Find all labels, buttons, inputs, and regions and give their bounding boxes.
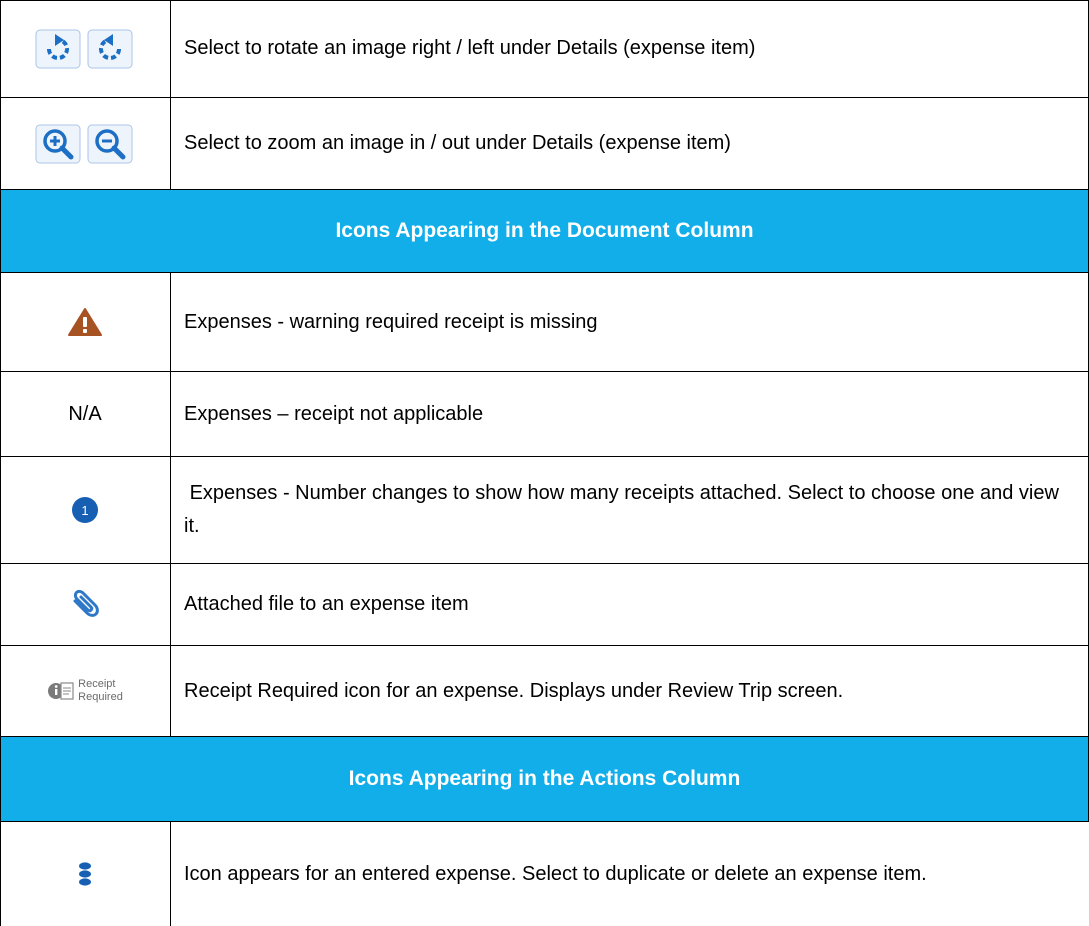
- table-row-receipt-count: 1 Expenses - Number changes to show how …: [0, 457, 1089, 563]
- row-divider: [0, 0, 1089, 1]
- zoom-description: Select to zoom an image in / out under D…: [184, 132, 731, 154]
- row-divider: [0, 821, 1089, 822]
- more-actions-icon-cell: [0, 822, 170, 926]
- row-divider: [0, 272, 1089, 273]
- row-divider: [0, 563, 1089, 564]
- row-divider: [0, 97, 1089, 98]
- na-icon-cell: N/A: [0, 372, 170, 456]
- table-row-receipt-required: Receipt Required Receipt Required icon f…: [0, 646, 1089, 736]
- row-divider: [0, 371, 1089, 372]
- column-divider: [170, 273, 171, 737]
- more-actions-description: Icon appears for an entered expense. Sel…: [184, 862, 927, 885]
- vertical-ellipsis-icon: [79, 862, 91, 886]
- table-row-warning: Expenses - warning required receipt is m…: [0, 273, 1089, 371]
- row-divider: [0, 456, 1089, 457]
- column-divider: [170, 822, 171, 926]
- table-row-zoom: Select to zoom an image in / out under D…: [0, 98, 1089, 189]
- receipt-required-label: Receipt Required: [78, 678, 123, 704]
- rotate-right-left-icon: [35, 29, 133, 68]
- receipt-count-icon-cell: 1: [0, 457, 170, 563]
- column-divider: [170, 0, 171, 190]
- icon-legend-table: Select to rotate an image right / left u…: [0, 0, 1089, 926]
- receipt-count-description: Expenses - Number changes to show how ma…: [184, 482, 1065, 537]
- na-label: N/A: [68, 402, 102, 425]
- rotate-description: Select to rotate an image right / left u…: [184, 37, 756, 59]
- paperclip-icon: [73, 589, 99, 617]
- receipt-required-badge: Receipt Required: [47, 678, 123, 704]
- table-border-left: [0, 0, 1, 926]
- paperclip-icon-cell: [0, 564, 170, 645]
- table-row-not-applicable: N/A Expenses – receipt not applicable: [0, 372, 1089, 456]
- row-divider: [0, 189, 1089, 190]
- table-row-more-actions: Icon appears for an entered expense. Sel…: [0, 822, 1089, 926]
- warning-triangle-icon: [68, 308, 102, 336]
- warning-icon-cell: [0, 273, 170, 371]
- receipt-required-icon-cell: Receipt Required: [0, 646, 170, 736]
- attached-description: Attached file to an expense item: [184, 593, 469, 615]
- receipt-required-label-line2: Required: [78, 691, 123, 703]
- warning-description: Expenses - warning required receipt is m…: [184, 310, 598, 333]
- actions-column-header: Icons Appearing in the Actions Column: [0, 737, 1089, 821]
- rotate-icons-cell: [0, 0, 170, 97]
- document-column-header: Icons Appearing in the Document Column: [0, 190, 1089, 272]
- badge-number: 1: [81, 503, 88, 518]
- na-description: Expenses – receipt not applicable: [184, 402, 484, 425]
- table-row-attached: Attached file to an expense item: [0, 564, 1089, 645]
- receipt-count-badge-icon: 1: [72, 497, 98, 523]
- receipt-required-label-line1: Receipt: [78, 678, 116, 690]
- receipt-required-description: Receipt Required icon for an expense. Di…: [184, 679, 844, 702]
- table-row-rotate: Select to rotate an image right / left u…: [0, 0, 1089, 97]
- zoom-icons-cell: [0, 98, 170, 189]
- receipt-required-icon: [48, 682, 74, 700]
- row-divider: [0, 645, 1089, 646]
- zoom-in-out-icon: [35, 124, 133, 163]
- row-divider: [0, 736, 1089, 737]
